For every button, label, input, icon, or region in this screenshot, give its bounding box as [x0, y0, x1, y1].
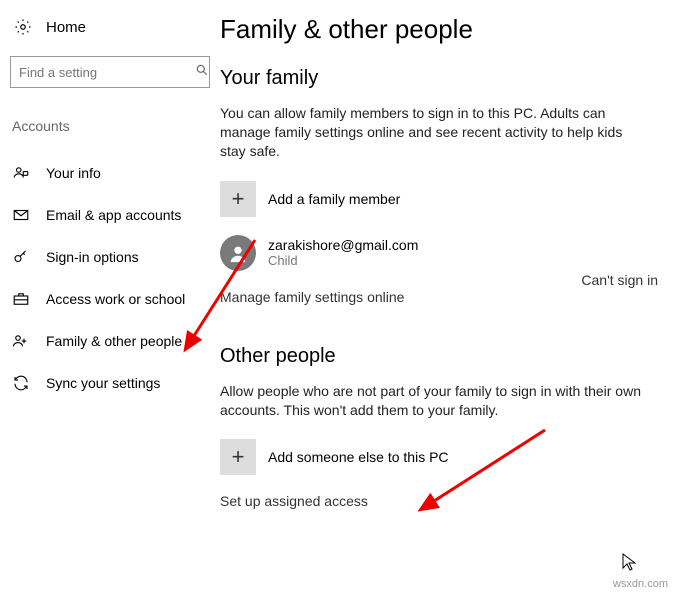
sidebar-item-label: Email & app accounts: [46, 207, 181, 223]
add-family-label: Add a family member: [268, 191, 400, 207]
assigned-access-link[interactable]: Set up assigned access: [220, 493, 658, 509]
search-field[interactable]: [19, 65, 195, 80]
sidebar-item-sync[interactable]: Sync your settings: [10, 362, 210, 404]
sidebar-item-email[interactable]: Email & app accounts: [10, 194, 210, 236]
home-button[interactable]: Home: [10, 18, 210, 36]
sidebar-item-label: Sync your settings: [46, 375, 160, 391]
user-role: Child: [268, 253, 418, 268]
user-icon: [12, 164, 30, 182]
avatar-icon: [220, 235, 256, 271]
mail-icon: [12, 206, 30, 224]
add-other-label: Add someone else to this PC: [268, 449, 449, 465]
gear-icon: [14, 18, 32, 36]
add-other-user-button[interactable]: + Add someone else to this PC: [220, 439, 658, 475]
add-family-member-button[interactable]: + Add a family member: [220, 181, 658, 217]
manage-family-link[interactable]: Manage family settings online: [220, 289, 658, 305]
sidebar-item-label: Sign-in options: [46, 249, 139, 265]
home-label: Home: [46, 19, 86, 36]
watermark: wsxdn.com: [613, 578, 668, 590]
sync-icon: [12, 374, 30, 392]
plus-icon: +: [220, 439, 256, 475]
cursor-icon: [622, 553, 636, 574]
briefcase-icon: [12, 290, 30, 308]
user-info: zarakishore@gmail.com Child: [268, 237, 418, 268]
sidebar-item-label: Family & other people: [46, 333, 182, 349]
other-description: Allow people who are not part of your fa…: [220, 382, 650, 420]
family-description: You can allow family members to sign in …: [220, 104, 650, 161]
user-status: Can't sign in: [581, 272, 658, 288]
search-icon: [195, 63, 209, 82]
people-icon: [12, 332, 30, 350]
sidebar: Home Accounts Your info Email & app acco…: [0, 0, 220, 596]
sidebar-item-label: Access work or school: [46, 291, 185, 307]
plus-icon: +: [220, 181, 256, 217]
key-icon: [12, 248, 30, 266]
other-heading: Other people: [220, 345, 658, 368]
sidebar-item-signin[interactable]: Sign-in options: [10, 236, 210, 278]
family-user-row[interactable]: zarakishore@gmail.com Child Can't sign i…: [220, 235, 658, 271]
family-heading: Your family: [220, 67, 658, 90]
sidebar-item-your-info[interactable]: Your info: [10, 152, 210, 194]
page-title: Family & other people: [220, 14, 658, 45]
sidebar-item-label: Your info: [46, 165, 101, 181]
search-input[interactable]: [10, 56, 210, 88]
user-email: zarakishore@gmail.com: [268, 237, 418, 253]
sidebar-item-family[interactable]: Family & other people: [10, 320, 210, 362]
sidebar-item-work[interactable]: Access work or school: [10, 278, 210, 320]
main-content: Family & other people Your family You ca…: [220, 0, 678, 596]
category-label: Accounts: [10, 118, 210, 134]
